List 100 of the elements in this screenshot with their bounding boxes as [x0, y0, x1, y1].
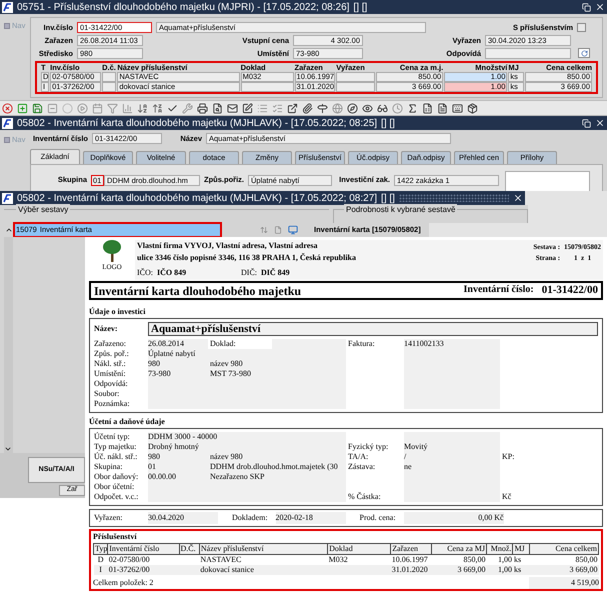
close-icon[interactable] [513, 193, 523, 203]
column-header: MJ [512, 544, 530, 554]
check-icon[interactable] [167, 102, 178, 114]
monitor-icon[interactable] [288, 225, 298, 235]
report-value: 2020-02-18 [276, 512, 346, 524]
app-logo-icon [2, 118, 13, 128]
scrollbar[interactable] [4, 237, 13, 453]
report-value: IČO 849 [157, 267, 188, 279]
report-value: název 980 [208, 452, 346, 462]
column-header: Název příslušenství [199, 544, 328, 554]
restore-icon[interactable] [582, 2, 591, 12]
input-field[interactable] [485, 48, 571, 58]
mail-icon[interactable] [227, 102, 238, 114]
column-header: Cena za MJ [432, 544, 486, 554]
add-icon[interactable] [17, 102, 28, 114]
report-label: Kč [501, 492, 512, 502]
report-value: 26.08.2014 [148, 339, 208, 349]
company-address: ulice 3346 číslo popisné 3346, 116 38 PRAHA 1, Česká republika [137, 252, 357, 264]
report-value: 1411002133 [404, 339, 500, 349]
spreadsheet-icon[interactable] [422, 102, 433, 114]
close-icon[interactable] [595, 2, 605, 12]
column-header: Typ [94, 544, 108, 554]
document-icon[interactable] [437, 102, 448, 114]
checkbox[interactable] [577, 22, 586, 32]
window-title: 05802 - Inventární karta dlouhodobého majetku (MJHLAVK) - [17.05.2022; 08:27] [17, 192, 378, 206]
nav-icon [4, 136, 10, 143]
column-header: Doklad [328, 544, 391, 554]
report-value: DDHM drob.dlouhod.hmot.majetek (30 [208, 462, 346, 472]
glasses-icon[interactable] [377, 102, 388, 114]
report-label: Poznámka: [94, 399, 131, 409]
notes-field[interactable] [505, 171, 590, 192]
app-logo-icon [2, 192, 13, 204]
report-label: Prod. cena: [360, 512, 396, 524]
report-label: Skupina: [94, 462, 124, 472]
total-value: 4 519,00 [529, 577, 599, 589]
edit-icon[interactable] [242, 102, 253, 114]
table-cell: 1,00 [486, 554, 513, 565]
nav-icon [4, 22, 10, 29]
report-label: Doklad: [209, 339, 237, 349]
report-value: ne [404, 462, 500, 472]
report-label: DIČ: [241, 267, 257, 279]
table-cell: dokovací stanice [199, 565, 328, 575]
table-cell [336, 72, 375, 82]
refresh-icon [580, 50, 588, 56]
report-value: 01 [148, 462, 208, 472]
report-label: Odpovídá: [94, 379, 129, 389]
group-label: Výběr sestavy [16, 204, 70, 216]
keyboard-icon[interactable] [452, 102, 463, 114]
window-title-suffix: [] [] [381, 116, 395, 130]
table-cell: 3 669,00 [529, 565, 598, 575]
table-cell [102, 72, 116, 82]
report-value: 00.00.00 [148, 472, 208, 482]
restore-icon[interactable] [582, 118, 591, 128]
report-label: Zástava: [347, 462, 376, 472]
sum-icon[interactable] [407, 102, 418, 114]
table-cell: I [94, 565, 108, 575]
column-header: Inventární číslo [108, 544, 180, 554]
table-cell: 10.06.1997 [390, 554, 432, 565]
print-icon[interactable] [197, 102, 208, 114]
report-label: Typ majetku: [94, 442, 138, 452]
report-label: Obor účetní: [94, 482, 136, 492]
report-value: DDHM 3000 - 40000 [148, 432, 346, 442]
report-value: 980 [148, 359, 208, 369]
report-label: KP: [501, 452, 516, 462]
sort-ascending-icon[interactable] [137, 102, 148, 114]
sort-descending-icon[interactable] [152, 102, 163, 114]
tree-icon [102, 240, 122, 262]
report-value: MST 73-980 [208, 369, 346, 379]
report-value: / [404, 452, 500, 462]
package-icon[interactable] [467, 102, 478, 114]
table-cell: 3 669,00 [432, 565, 486, 575]
table-cell: 850,00 [529, 554, 598, 565]
report-label: TA/A: [347, 452, 370, 462]
external-link-icon[interactable] [287, 102, 298, 114]
refresh-button[interactable] [578, 48, 590, 58]
scroll-up-icon[interactable] [5, 226, 13, 234]
report-label: IČO: [137, 267, 153, 279]
signpost-icon[interactable] [317, 102, 328, 114]
eye-icon[interactable] [362, 102, 373, 114]
report-value: Movitý [404, 442, 500, 452]
paperclip-icon[interactable] [302, 102, 313, 114]
print-preview-icon[interactable] [212, 102, 223, 114]
report-value: Úplatné nabytí [148, 349, 346, 359]
group-label: Podrobnosti k vybrané sestavě [344, 204, 458, 216]
window-title: 05802 - Inventární karta dlouhodobého majetku (MJHLAVK) - [17.05.2022; 08:25] [17, 116, 378, 130]
column-header: Zařazen [390, 544, 432, 554]
report-value: 980 [148, 452, 208, 462]
save-icon[interactable] [32, 102, 43, 114]
close-icon[interactable] [595, 118, 605, 128]
report-label: Úč. nákl. stř.: [94, 452, 138, 462]
report-label: Faktura: [347, 339, 376, 349]
report-label: Umístění: [94, 369, 127, 379]
table-cell [336, 82, 375, 92]
scroll-down-icon[interactable] [4, 445, 12, 453]
section-title: Údaje o investici [89, 306, 146, 318]
compass-icon[interactable] [347, 102, 358, 114]
table-cell: 1,00 [486, 565, 513, 575]
table-cell [102, 82, 116, 92]
report-label: Účetní typ: [94, 432, 131, 442]
checklist-icon[interactable] [272, 102, 283, 114]
